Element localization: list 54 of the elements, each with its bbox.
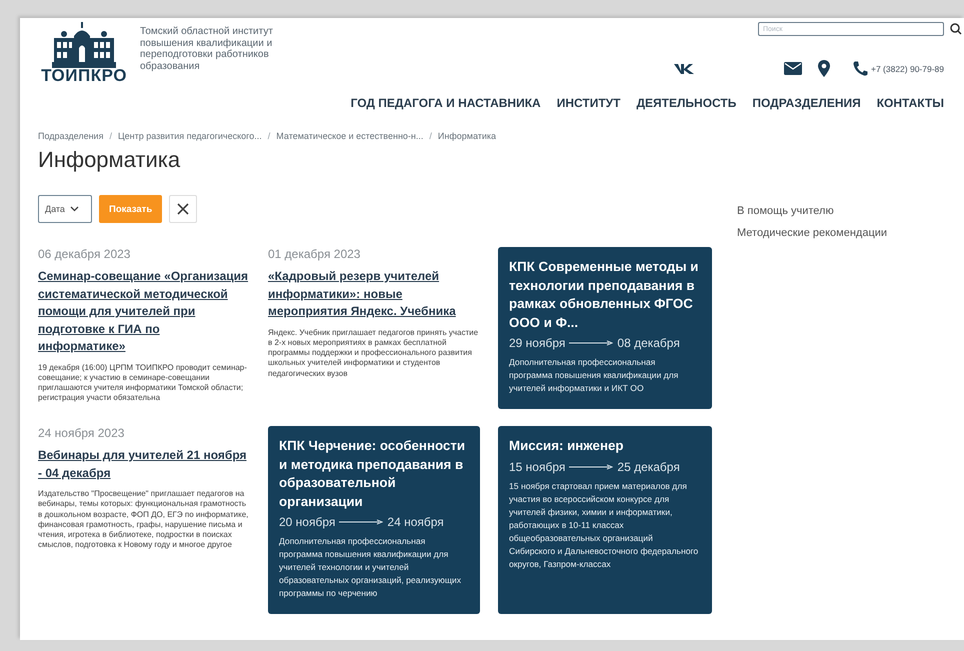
end-date: 24 ноября (387, 515, 444, 529)
event-summary: Дополнительная профессиональная программа повышения квалификации для учителей технологии и учителей образовательных организаций, реализующих программы по черчению (279, 535, 462, 600)
nav-link[interactable]: ГОД ПЕДАГОГА И НАСТАВНИКА (350, 96, 541, 110)
news-date: 06 декабря 2023 (38, 247, 132, 261)
event-title[interactable]: КПК Черчение: особенности и методика преподавания в образовательной организации (279, 437, 469, 511)
building-logo-icon (52, 22, 116, 68)
breadcrumb-link[interactable]: Математическое и естественно-н... (276, 131, 424, 141)
breadcrumb-separator: / (429, 131, 432, 141)
nav-link[interactable]: КОНТАКТЫ (876, 96, 944, 110)
arrow-icon (569, 340, 614, 346)
breadcrumb-link[interactable]: Подразделения (38, 131, 104, 141)
end-date: 08 декабря (617, 336, 680, 350)
close-icon (177, 203, 190, 215)
end-date: 25 декабря (617, 460, 680, 474)
news-title-link[interactable]: Семинар-совещание «Организация систематической методической помощи для учителей при подготовке к ГИА по информатике» (38, 268, 250, 356)
news-date: 24 ноября 2023 (38, 426, 126, 440)
event-card[interactable] (268, 426, 480, 614)
nav-link[interactable]: ИНСТИТУТ (556, 96, 620, 110)
news-title-link[interactable]: «Кадровый резерв учителей информатики»: новые мероприятия Яндекс. Учебника (268, 268, 480, 320)
nav-link[interactable]: ДЕЯТЕЛЬНОСТЬ (636, 96, 736, 110)
event-card[interactable] (498, 247, 712, 409)
search-icon[interactable] (950, 23, 962, 35)
map-pin-icon[interactable] (818, 60, 830, 77)
nav-link[interactable]: ПОДРАЗДЕЛЕНИЯ (752, 96, 861, 110)
logo-text[interactable]: ТОИПКРО (41, 66, 127, 86)
sidebar-link[interactable]: В помощь учителю (737, 205, 888, 217)
news-summary: Издательство "Просвещение" приглашает педагогов на вебинары, темы которых: функциональная грамотность в дошкольном возрасте, ФОП ДО, ЕГЭ по информатике, финансовая грамотность, графы, нарушение письма и чтения, игротека в библиотеке, подростки в поисках смыслов, подготовка к Новому году и многое другое (38, 489, 250, 551)
event-summary: 15 ноября стартовал прием материалов для участия во всероссийском конкурсе для учителей физики, химии и информатики, работающих в 10-11 классах общеобразовательных организаций Сибирского и Дальневосточного федерального округов, Газпром-классах (509, 480, 700, 570)
event-summary: Дополнительная профессиональная программа повышения квалификации для учителей информатики и ИКТ ОО (509, 356, 680, 395)
breadcrumb-separator: / (109, 131, 112, 141)
news-title-link[interactable]: Вебинары для учителей 21 ноября - 04 декабря (38, 447, 250, 482)
date-select[interactable]: Дата (38, 195, 92, 223)
vk-icon[interactable] (674, 62, 696, 74)
event-title[interactable]: Миссия: инженер (509, 437, 701, 456)
news-summary: 19 декабря (16:00) ЦРПМ ТОИПКРО проводит семинар-совещание; к участию в семинаре-совещании приглашаются учителя информатики Томской области; регистрация участи обязательна (38, 362, 248, 404)
organization-name: Томский областной институт повышения квалификации и переподготовки работников образования (140, 26, 274, 72)
breadcrumb-link[interactable]: Центр развития педагогического... (118, 131, 262, 141)
event-card[interactable] (498, 426, 712, 614)
start-date: 15 ноября (509, 460, 566, 474)
phone-icon[interactable] (852, 61, 868, 76)
phone-number[interactable]: +7 (3822) 90-79-89 (870, 64, 944, 74)
news-summary: Яндекс. Учебник приглашает педагогов принять участие в 2-х новых мероприятиях в рамках бесплатной программы поддержки и профессионального развития школьных учителей информатики и студентов педагогических вузов (268, 328, 480, 379)
chevron-down-icon (70, 206, 79, 212)
clear-button[interactable] (169, 195, 198, 223)
news-date: 01 декабря 2023 (268, 247, 362, 261)
event-title[interactable]: КПК Современные методы и технологии преподавания в рамках обновленных ФГОС ООО и Ф... (509, 258, 701, 332)
page-title: Информатика (38, 147, 182, 173)
sidebar-link[interactable]: Методические рекомендации (737, 227, 888, 239)
arrow-icon (569, 464, 614, 470)
arrow-icon (339, 519, 384, 525)
breadcrumb-separator: / (268, 131, 270, 141)
start-date: 20 ноября (279, 515, 336, 529)
start-date: 29 ноября (509, 336, 566, 350)
mail-icon[interactable] (784, 62, 802, 75)
